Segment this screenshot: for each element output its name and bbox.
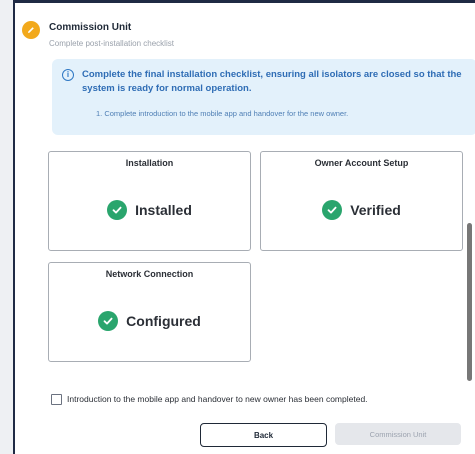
commission-unit-button[interactable]: Commission Unit — [335, 423, 461, 445]
status-text: Verified — [350, 202, 401, 218]
status-text: Installed — [135, 202, 192, 218]
info-icon: i — [62, 69, 74, 81]
check-circle-icon — [98, 311, 119, 331]
step-title: Commission Unit — [49, 22, 132, 33]
check-circle-icon — [322, 200, 343, 220]
info-message: Complete the final installation checklis… — [82, 69, 462, 94]
card-title: Owner Account Setup — [314, 158, 409, 168]
check-circle-icon — [107, 200, 128, 220]
commission-panel: Commission Unit Complete post-installati… — [15, 3, 475, 454]
handover-checkbox-label[interactable]: Introduction to the mobile app and hando… — [67, 394, 368, 404]
step-subtitle: Complete post-installation checklist — [49, 39, 174, 48]
status-text: Configured — [126, 313, 201, 329]
back-button[interactable]: Back — [200, 423, 327, 447]
step-badge-edit-icon — [22, 21, 40, 39]
card-title: Network Connection — [105, 269, 194, 279]
handover-checkbox[interactable] — [51, 394, 62, 405]
info-step-item: 1. Complete introduction to the mobile a… — [96, 109, 349, 118]
scrollbar-thumb[interactable] — [467, 223, 472, 381]
left-gutter — [0, 0, 14, 454]
card-installation: Installation Installed — [48, 151, 251, 251]
card-status: Configured — [49, 311, 250, 331]
card-owner-account-setup: Owner Account Setup Verified — [260, 151, 463, 251]
card-status: Verified — [261, 200, 462, 220]
info-callout: i Complete the final installation checkl… — [52, 59, 475, 135]
card-title: Installation — [125, 158, 174, 168]
card-network-connection: Network Connection Configured — [48, 262, 251, 362]
card-status: Installed — [49, 200, 250, 220]
